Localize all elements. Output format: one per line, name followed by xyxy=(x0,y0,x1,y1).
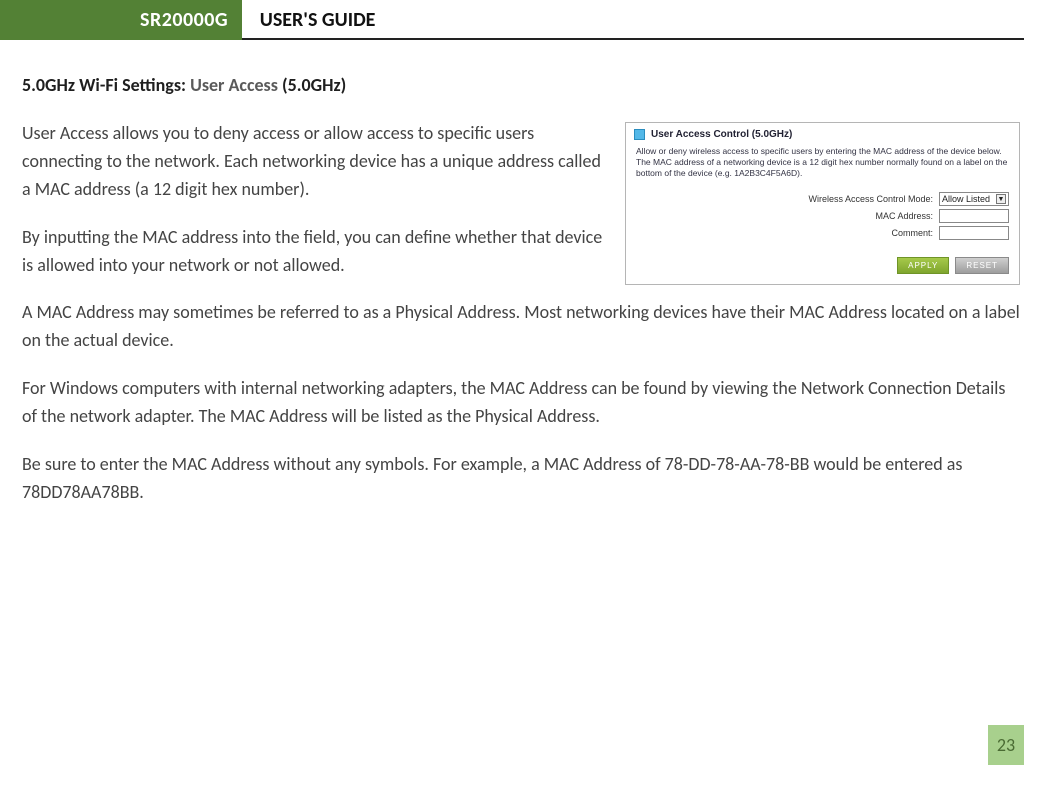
chevron-down-icon: ▼ xyxy=(996,194,1006,204)
apply-button[interactable]: APPLY xyxy=(897,257,949,274)
paragraph: Be sure to enter the MAC Address without… xyxy=(22,451,1020,507)
section-prefix: 5.0GHz Wi-Fi Settings: xyxy=(22,74,190,96)
paragraph: A MAC Address may sometimes be referred … xyxy=(22,299,1020,355)
mode-label: Wireless Access Control Mode: xyxy=(808,194,933,204)
section-name: User Access xyxy=(190,74,278,96)
reset-button[interactable]: RESET xyxy=(955,257,1009,274)
product-badge: SR20000G xyxy=(0,0,242,40)
mode-select-value: Allow Listed xyxy=(942,194,990,204)
mac-address-input[interactable] xyxy=(939,209,1009,223)
panel-description: Allow or deny wireless access to specifi… xyxy=(626,144,1019,187)
mac-label: MAC Address: xyxy=(875,211,933,221)
panel-icon xyxy=(634,129,645,140)
page-header: SR20000G USER'S GUIDE xyxy=(0,0,1024,40)
paragraph: For Windows computers with internal netw… xyxy=(22,375,1020,431)
settings-panel-screenshot: User Access Control (5.0GHz) Allow or de… xyxy=(625,122,1020,285)
section-heading: 5.0GHz Wi-Fi Settings: User Access (5.0G… xyxy=(22,74,1020,96)
mode-select[interactable]: Allow Listed ▼ xyxy=(939,192,1009,206)
guide-title: USER'S GUIDE xyxy=(260,0,376,40)
page-number: 23 xyxy=(988,725,1024,765)
section-suffix: (5.0GHz) xyxy=(278,74,346,96)
comment-input[interactable] xyxy=(939,226,1009,240)
panel-title: User Access Control (5.0GHz) xyxy=(651,129,792,140)
comment-label: Comment: xyxy=(891,228,933,238)
